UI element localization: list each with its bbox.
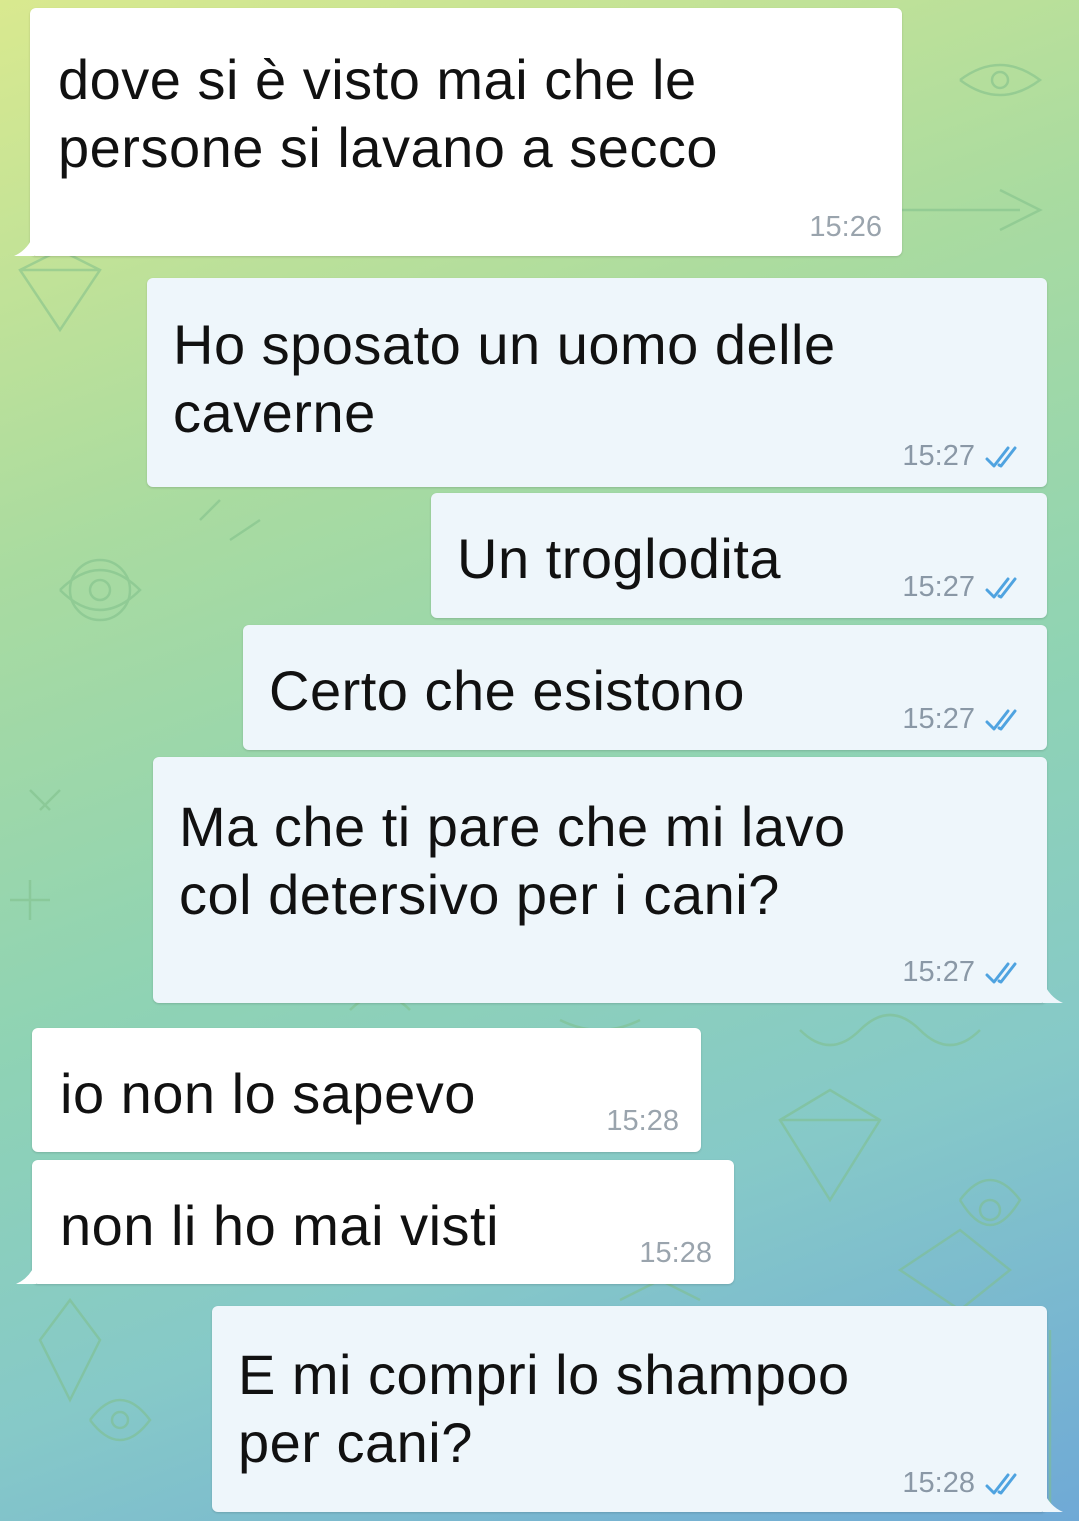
message-text: non li ho mai visti	[60, 1194, 500, 1257]
message-text: E mi compri lo shampoo per cani?	[238, 1343, 850, 1474]
read-double-check-icon	[985, 1472, 1025, 1496]
read-double-check-icon	[985, 576, 1025, 600]
message-bubble-incoming[interactable]: io non lo sapevo 15:28	[32, 1028, 701, 1152]
message-time: 15:28	[606, 1105, 679, 1137]
message-meta: 15:28	[902, 1467, 1025, 1500]
bubble-tail	[14, 234, 34, 256]
message-time: 15:27	[902, 703, 975, 735]
message-meta: 15:27	[902, 956, 1025, 989]
message-text: Ho sposato un uomo delle caverne	[173, 313, 836, 444]
bubble-tail	[1043, 981, 1063, 1003]
message-bubble-incoming[interactable]: dove si è visto mai che le persone si la…	[14, 8, 902, 256]
message-meta: 15:28	[606, 1105, 679, 1138]
read-double-check-icon	[985, 445, 1025, 469]
message-time: 15:28	[639, 1237, 712, 1269]
message-bubble-outgoing[interactable]: E mi compri lo shampoo per cani? 15:28	[212, 1306, 1063, 1512]
message-text: Ma che ti pare che mi lavo col detersivo…	[179, 795, 846, 926]
message-time: 15:28	[902, 1467, 975, 1499]
message-meta: 15:26	[809, 211, 882, 244]
message-meta: 15:27	[902, 440, 1025, 473]
message-text: io non lo sapevo	[60, 1062, 476, 1125]
message-time: 15:27	[902, 571, 975, 603]
message-meta: 15:28	[639, 1237, 712, 1270]
bubble-tail	[16, 1262, 36, 1284]
read-double-check-icon	[985, 961, 1025, 985]
message-text: dove si è visto mai che le persone si la…	[58, 48, 718, 179]
message-meta: 15:27	[902, 703, 1025, 736]
bubble-tail	[1043, 1490, 1063, 1512]
message-text: Certo che esistono	[269, 659, 745, 722]
message-time: 15:27	[902, 440, 975, 472]
message-bubble-outgoing[interactable]: Certo che esistono 15:27	[243, 625, 1047, 750]
message-bubble-outgoing[interactable]: Ma che ti pare che mi lavo col detersivo…	[153, 757, 1063, 1003]
message-text: Un troglodita	[457, 527, 782, 590]
message-time: 15:27	[902, 956, 975, 988]
message-bubble-incoming[interactable]: non li ho mai visti 15:28	[16, 1160, 734, 1284]
message-time: 15:26	[809, 211, 882, 243]
read-double-check-icon	[985, 708, 1025, 732]
message-meta: 15:27	[902, 571, 1025, 604]
message-bubble-outgoing[interactable]: Un troglodita 15:27	[431, 493, 1047, 618]
message-bubble-outgoing[interactable]: Ho sposato un uomo delle caverne 15:27	[147, 278, 1047, 487]
